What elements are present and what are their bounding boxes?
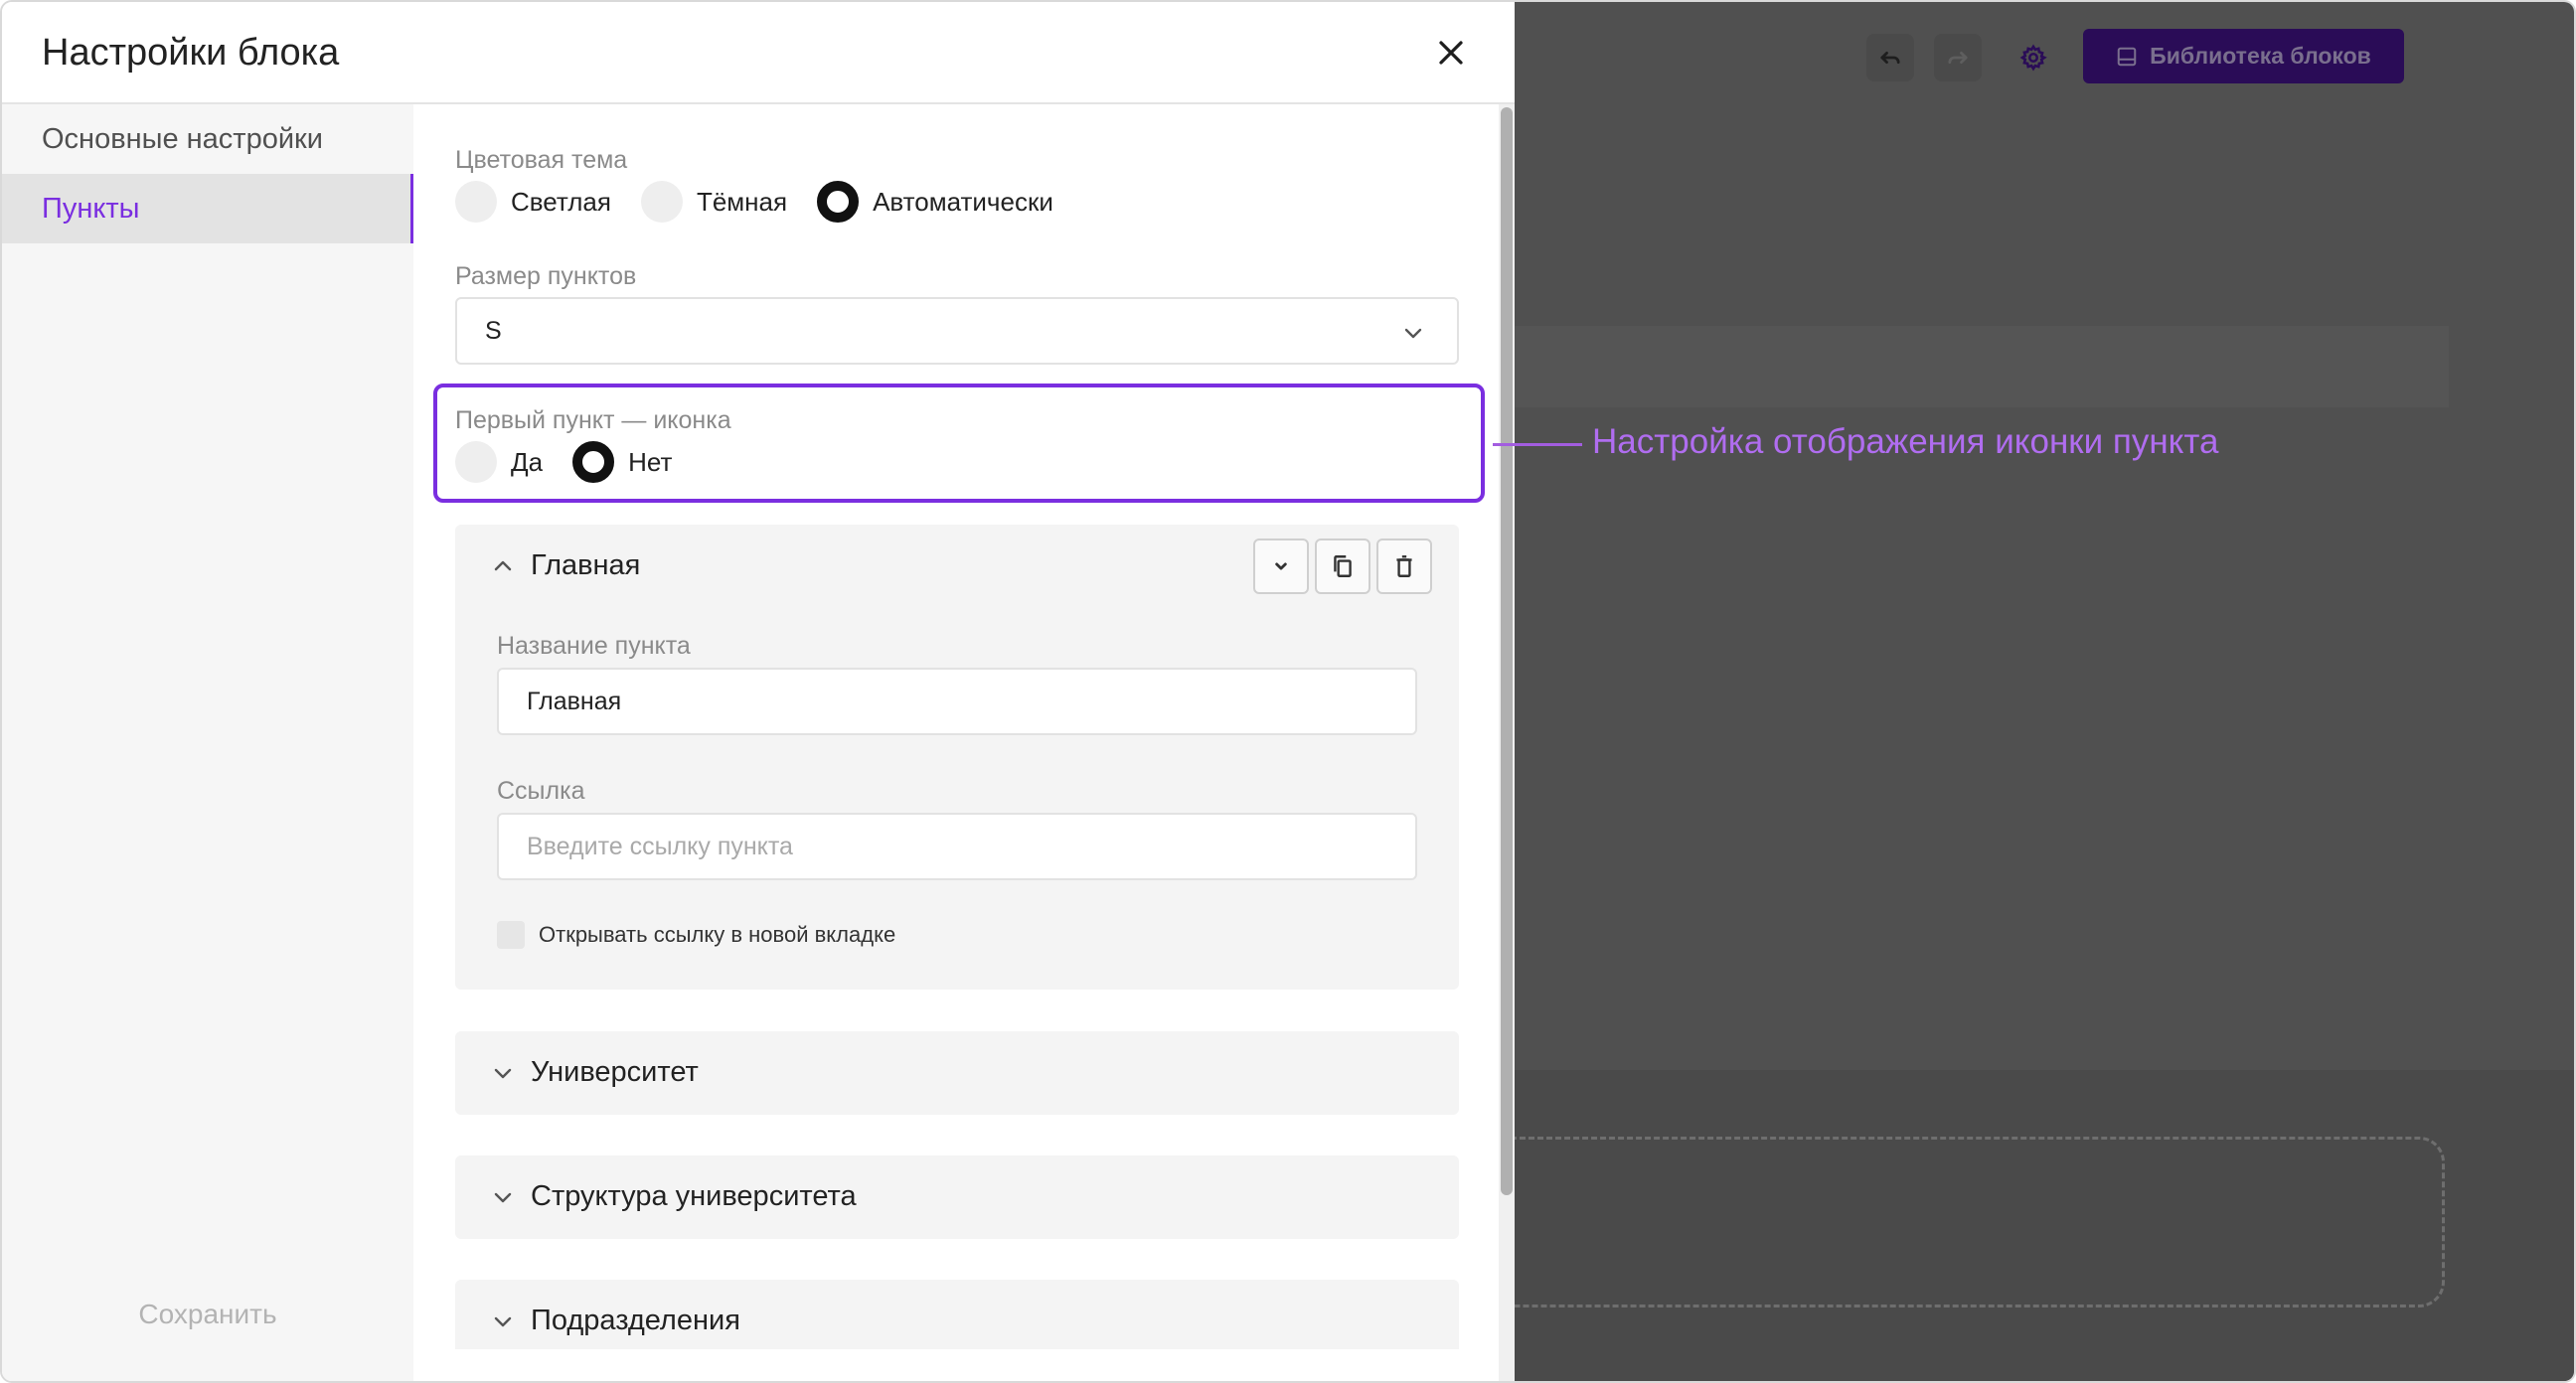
close-icon	[1439, 41, 1463, 65]
menu-item-title: Университет	[531, 1056, 699, 1088]
item-name-label: Название пункта	[497, 632, 691, 660]
menu-item-card-university[interactable]: Университет	[455, 1031, 1459, 1115]
sidebar-item-basic-settings[interactable]: Основные настройки	[2, 104, 413, 174]
item-size-value: S	[485, 316, 502, 345]
radio-light-indicator	[455, 181, 497, 223]
settings-button[interactable]	[2010, 34, 2057, 81]
block-library-button[interactable]: Библиотека блоков	[2083, 29, 2404, 83]
library-icon	[2117, 47, 2137, 66]
annotation-line	[1493, 443, 1582, 446]
item-link-label: Ссылка	[497, 777, 585, 805]
menu-item-card-main: Главная Название пункта Ссылка	[455, 525, 1459, 990]
chevron-up-icon[interactable]	[491, 554, 515, 578]
menu-item-title: Структура университета	[531, 1180, 857, 1212]
gear-icon	[2019, 44, 2047, 72]
radio-no[interactable]: Нет	[572, 441, 672, 483]
chevron-down-icon	[494, 1316, 512, 1327]
undo-button[interactable]	[1866, 34, 1914, 81]
scrollbar-thumb[interactable]	[1501, 107, 1513, 1195]
save-button[interactable]: Сохранить	[2, 1299, 413, 1330]
redo-icon	[1948, 51, 1968, 65]
radio-yes-indicator	[455, 441, 497, 483]
radio-no-indicator	[572, 441, 615, 483]
radio-no-label: Нет	[628, 446, 673, 477]
radio-dark[interactable]: Тёмная	[640, 181, 788, 223]
first-item-icon-label: Первый пункт — иконка	[455, 406, 731, 434]
block-library-label: Библиотека блоков	[2150, 43, 2371, 69]
open-new-tab-label: Открывать ссылку в новой вкладке	[539, 922, 896, 947]
screen-frame: Библиотека блоков Настройки блока Основн…	[0, 0, 2576, 1383]
radio-light-label: Светлая	[511, 186, 611, 217]
chevron-down-icon	[494, 1068, 512, 1079]
menu-item-card-university-structure[interactable]: Структура университета	[455, 1155, 1459, 1239]
radio-yes-label: Да	[511, 446, 544, 477]
editor-drop-zone	[1485, 1137, 2445, 1307]
trash-icon	[1396, 555, 1412, 577]
settings-sidebar: Основные настройки Пункты	[2, 104, 413, 1381]
duplicate-button[interactable]	[1315, 538, 1370, 594]
radio-auto-indicator	[817, 181, 860, 223]
item-link-input[interactable]	[497, 813, 1417, 880]
radio-light[interactable]: Светлая	[455, 181, 611, 223]
panel-header: Настройки блока	[2, 2, 1515, 104]
color-theme-radio-group: Светлая Тёмная Автоматически	[455, 181, 1083, 223]
editor-ghost-block	[1515, 326, 2449, 407]
menu-item-title[interactable]: Главная	[531, 549, 640, 582]
radio-auto[interactable]: Автоматически	[817, 181, 1053, 223]
redo-button[interactable]	[1934, 34, 1982, 81]
item-size-select[interactable]: S	[455, 297, 1459, 365]
open-new-tab-checkbox[interactable]	[497, 921, 525, 949]
radio-dark-label: Тёмная	[696, 186, 788, 217]
undo-icon	[1880, 51, 1900, 65]
copy-icon	[1334, 555, 1352, 577]
item-name-input[interactable]	[497, 668, 1417, 735]
radio-yes[interactable]: Да	[455, 441, 543, 483]
chevron-down-icon	[1275, 562, 1287, 570]
menu-item-title: Подразделения	[531, 1305, 740, 1336]
radio-dark-indicator	[640, 181, 683, 223]
panel-title: Настройки блока	[42, 32, 340, 74]
close-button[interactable]	[1430, 32, 1472, 74]
menu-item-card-departments[interactable]: Подразделения	[455, 1280, 1459, 1349]
move-down-button[interactable]	[1253, 538, 1309, 594]
item-size-label: Размер пунктов	[455, 262, 637, 290]
sidebar-item-items[interactable]: Пункты	[2, 174, 413, 243]
chevron-down-icon	[494, 1192, 512, 1203]
color-theme-label: Цветовая тема	[455, 146, 628, 174]
chevron-down-icon	[1404, 328, 1422, 339]
block-settings-panel: Настройки блока Основные настройки Пункт…	[2, 2, 1515, 1381]
radio-auto-label: Автоматически	[873, 186, 1053, 217]
first-item-icon-radio-group: Да Нет	[455, 441, 702, 483]
delete-button[interactable]	[1376, 538, 1432, 594]
editor-backdrop	[1485, 2, 2574, 1381]
annotation-text: Настройка отображения иконки пункта	[1592, 422, 2219, 461]
